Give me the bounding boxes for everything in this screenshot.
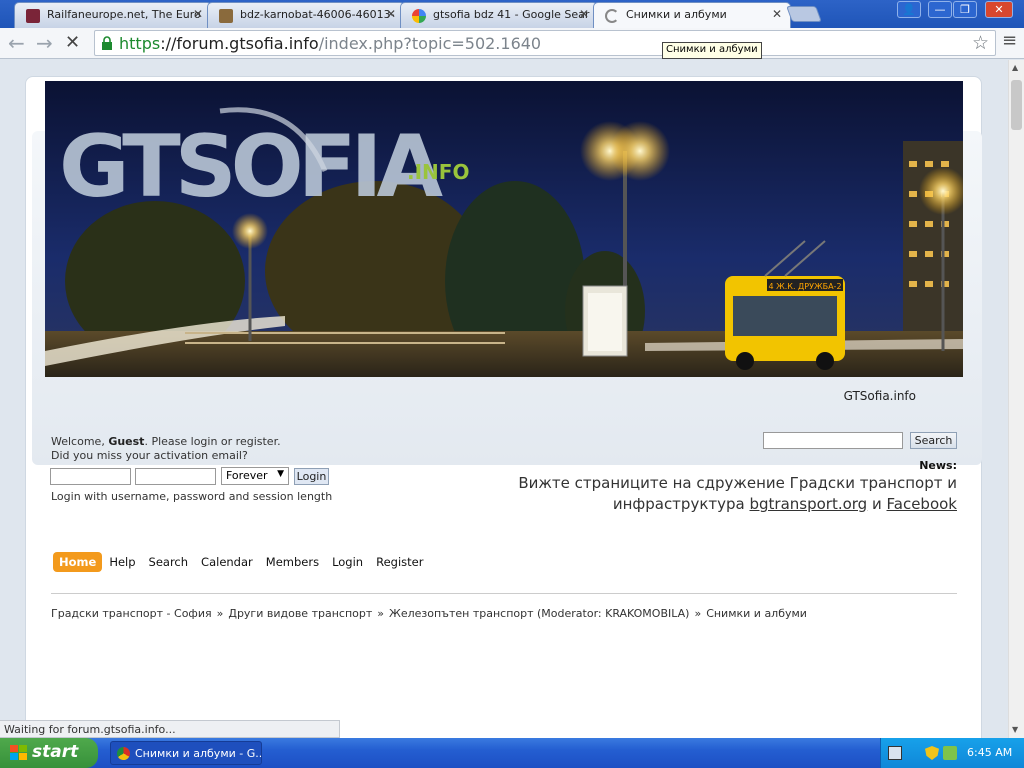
menu-divider — [51, 593, 957, 594]
tab-google-search[interactable]: gtsofia bdz 41 - Google Sear ✕ — [400, 2, 598, 28]
news-line-1: Вижте страниците на сдружение Градски тр… — [518, 474, 957, 492]
network-icon[interactable] — [943, 746, 957, 760]
scroll-thumb[interactable] — [1011, 80, 1022, 130]
google-favicon — [412, 9, 426, 23]
login-button[interactable]: Login — [294, 468, 329, 485]
address-bar[interactable]: https://forum.gtsofia.info/index.php?top… — [94, 30, 996, 56]
keyboard-icon[interactable] — [888, 746, 902, 760]
activation-email-link[interactable]: Did you miss your activation email? — [51, 449, 281, 463]
stop-loading-icon[interactable]: ✕ — [65, 32, 80, 53]
vertical-scrollbar[interactable]: ▲ ▼ — [1008, 60, 1024, 738]
chrome-icon — [117, 747, 130, 760]
login-register-link[interactable]: . Please login or register. — [144, 435, 280, 448]
site-title: GTSofia.info — [843, 389, 916, 403]
close-tab-icon[interactable]: ✕ — [579, 7, 589, 21]
railfaneurope-favicon — [26, 9, 40, 23]
start-label: start — [32, 742, 79, 762]
loading-spinner-icon — [605, 9, 619, 23]
breadcrumb-item-photos-albums[interactable]: Снимки и албуми — [706, 607, 807, 620]
breadcrumb-separator-icon: » — [694, 607, 702, 620]
url-host: ://forum.gtsofia.info — [160, 34, 319, 53]
news-title: News: — [919, 459, 957, 472]
start-button[interactable]: start — [0, 738, 98, 768]
taskbar-window-title: Снимки и албуми - G... — [135, 747, 262, 760]
profile-icon[interactable]: 👤 — [897, 1, 921, 18]
scroll-down-arrow-icon[interactable]: ▼ — [1012, 725, 1018, 734]
session-length-value: Forever — [226, 469, 268, 482]
guest-name: Guest — [108, 435, 145, 448]
chrome-menu-icon[interactable]: ≡ — [1002, 30, 1017, 51]
minimize-button[interactable]: — — [928, 1, 952, 18]
url-text: https://forum.gtsofia.info/index.php?top… — [119, 34, 541, 53]
page-viewport: 4 Ж.К. ДРУЖБА-2 GTSOFIA .INFO GTSofia.in… — [0, 60, 1008, 738]
facebook-link[interactable]: Facebook — [887, 495, 957, 513]
dropdown-arrow-icon: ▼ — [277, 469, 284, 479]
breadcrumb-separator-icon: » — [216, 607, 224, 620]
welcome-block: Welcome, Guest. Please login or register… — [51, 435, 281, 463]
news-line-2: инфраструктура — [612, 495, 750, 513]
breadcrumb-item-other-transport[interactable]: Други видове транспорт — [228, 607, 372, 620]
menu-members[interactable]: Members — [260, 552, 325, 572]
password-input[interactable] — [135, 468, 216, 485]
url-path: /index.php?topic=502.1640 — [318, 34, 542, 53]
scroll-up-arrow-icon[interactable]: ▲ — [1012, 63, 1018, 72]
menu-register[interactable]: Register — [370, 552, 429, 572]
gtsofia-logo: GTSOFIA — [59, 117, 444, 217]
logo-suffix: .INFO — [407, 160, 469, 184]
status-bubble: Waiting for forum.gtsofia.info... — [0, 720, 340, 738]
tab-title: Снимки и албуми — [626, 8, 727, 21]
close-tab-icon[interactable]: ✕ — [386, 7, 396, 21]
session-length-select[interactable]: Forever ▼ — [221, 467, 289, 485]
breadcrumb-item-city-transport[interactable]: Градски транспорт - София — [51, 607, 212, 620]
lock-icon — [102, 36, 112, 50]
menu-search[interactable]: Search — [143, 552, 195, 572]
close-window-button[interactable]: ✕ — [985, 1, 1013, 18]
tab-strip: Railfaneurope.net, The Euro ✕ bdz-karnob… — [0, 0, 1024, 28]
tab-railfaneurope[interactable]: Railfaneurope.net, The Euro ✕ — [14, 2, 212, 28]
bus-destination-sign: 4 Ж.К. ДРУЖБА-2 — [768, 282, 841, 291]
menu-home[interactable]: Home — [53, 552, 103, 572]
tab-title: bdz-karnobat-46006-46013- — [240, 8, 395, 21]
system-tray: 6:45 AM — [880, 738, 1024, 768]
breadcrumb: Градски транспорт - София » Други видове т… — [51, 607, 807, 620]
clock[interactable]: 6:45 AM — [967, 746, 1012, 759]
taskbar-window-chrome[interactable]: Снимки и албуми - G... — [110, 741, 262, 765]
header-banner: 4 Ж.К. ДРУЖБА-2 GTSOFIA .INFO — [45, 81, 963, 377]
tab-tooltip: Снимки и албуми — [662, 42, 762, 59]
bookmark-star-icon[interactable]: ☆ — [972, 32, 989, 54]
bgtransport-link[interactable]: bgtransport.org — [749, 495, 867, 513]
forum-container: 4 Ж.К. ДРУЖБА-2 GTSOFIA .INFO GTSofia.in… — [25, 76, 982, 738]
new-tab-button[interactable] — [786, 6, 822, 22]
search-button[interactable]: Search — [910, 432, 957, 449]
tab-bdz-karnobat[interactable]: bdz-karnobat-46006-46013- ✕ — [207, 2, 405, 28]
tab-title: Railfaneurope.net, The Euro — [47, 8, 201, 21]
menu-login[interactable]: Login — [326, 552, 369, 572]
tab-title: gtsofia bdz 41 - Google Sear — [433, 8, 590, 21]
browser-toolbar: ← → ✕ https://forum.gtsofia.info/index.p… — [0, 28, 1024, 59]
breadcrumb-item-railway[interactable]: Железопътен транспорт (Moderator: KRAKOM… — [389, 607, 689, 620]
main-menu: Home Help Search Calendar Members Login … — [53, 552, 430, 572]
forward-arrow-icon[interactable]: → — [36, 31, 53, 55]
back-arrow-icon[interactable]: ← — [8, 31, 25, 55]
breadcrumb-separator-icon: » — [377, 607, 384, 620]
windows-flag-icon — [10, 745, 27, 760]
welcome-prefix: Welcome, — [51, 435, 109, 448]
restore-button[interactable]: ❐ — [953, 1, 977, 18]
close-tab-icon[interactable]: ✕ — [772, 7, 782, 21]
news-text: Вижте страниците на сдружение Градски тр… — [517, 473, 957, 515]
close-tab-icon[interactable]: ✕ — [193, 7, 203, 21]
login-hint: Login with username, password and sessio… — [51, 490, 333, 503]
search-input[interactable] — [763, 432, 903, 449]
photo-favicon — [219, 9, 233, 23]
menu-help[interactable]: Help — [103, 552, 141, 572]
menu-calendar[interactable]: Calendar — [195, 552, 259, 572]
username-input[interactable] — [50, 468, 131, 485]
security-shield-icon[interactable] — [925, 746, 939, 760]
news-conjunction: и — [867, 495, 887, 513]
url-scheme: https — [119, 34, 161, 53]
tab-snimki-albumi[interactable]: Снимки и албуми ✕ — [593, 2, 791, 28]
taskbar: start Снимки и албуми - G... 6:45 AM — [0, 738, 1024, 768]
